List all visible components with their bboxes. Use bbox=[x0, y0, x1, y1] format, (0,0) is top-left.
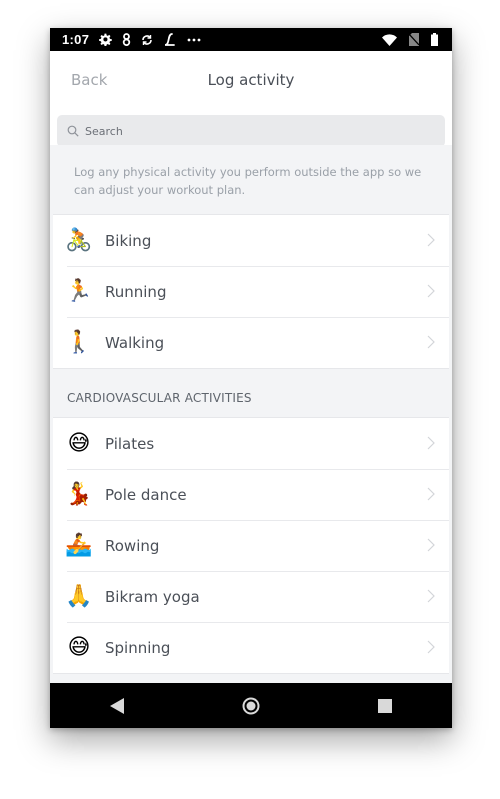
activity-label: Bikram yoga bbox=[105, 587, 200, 606]
chevron-right-icon bbox=[427, 538, 435, 552]
android-nav-bar bbox=[50, 683, 452, 728]
info-text: Log any physical activity you perform ou… bbox=[50, 145, 452, 214]
no-sim-icon bbox=[409, 33, 419, 46]
gear-icon bbox=[99, 33, 112, 46]
search-input[interactable] bbox=[85, 124, 405, 138]
l-logo-icon bbox=[165, 32, 176, 46]
log-activity-screen: Back Log activity Log any physical activ… bbox=[50, 51, 452, 683]
sweat-smile-icon: 😅 bbox=[67, 430, 91, 456]
activity-label: Spinning bbox=[105, 638, 171, 657]
chevron-right-icon bbox=[427, 640, 435, 654]
phone-frame: 1:07 Back Log activity Log any physical … bbox=[50, 28, 452, 728]
status-time: 1:07 bbox=[62, 32, 90, 47]
chevron-right-icon bbox=[427, 335, 435, 349]
back-button[interactable]: Back bbox=[71, 71, 107, 89]
rowing-icon: 🚣 bbox=[65, 532, 93, 558]
activity-row-biking[interactable]: 🚴 Biking bbox=[53, 215, 449, 266]
activity-label: Pole dance bbox=[105, 485, 187, 504]
biking-icon: 🚴 bbox=[65, 227, 93, 253]
primary-activities-list: 🚴 Biking 🏃 Running 🚶 Walking bbox=[53, 214, 449, 369]
chevron-right-icon bbox=[427, 233, 435, 247]
page-title: Log activity bbox=[207, 70, 295, 89]
activity-label: Pilates bbox=[105, 434, 155, 453]
sweat-smile-icon: 😅 bbox=[67, 634, 91, 660]
nav-recents-button[interactable] bbox=[365, 686, 405, 726]
activity-label: Rowing bbox=[105, 536, 160, 555]
search-icon bbox=[67, 125, 79, 137]
sync-icon bbox=[142, 34, 153, 45]
activity-label: Biking bbox=[105, 231, 152, 250]
activity-row-bikram-yoga[interactable]: 🙏 Bikram yoga bbox=[53, 571, 449, 622]
search-box[interactable] bbox=[57, 115, 445, 147]
recents-square-icon bbox=[378, 698, 392, 713]
praying-hands-icon: 🙏 bbox=[65, 583, 93, 609]
status-left-icons bbox=[99, 32, 201, 47]
chevron-right-icon bbox=[427, 436, 435, 450]
nav-back-button[interactable] bbox=[97, 686, 137, 726]
activity-row-rowing[interactable]: 🚣 Rowing bbox=[53, 520, 449, 571]
back-triangle-icon bbox=[110, 697, 124, 714]
chevron-right-icon bbox=[427, 589, 435, 603]
activity-label: Walking bbox=[105, 333, 165, 352]
activity-row-pole-dance[interactable]: 💃 Pole dance bbox=[53, 469, 449, 520]
home-circle-icon bbox=[242, 697, 260, 714]
header: Back Log activity bbox=[50, 51, 452, 108]
activity-label: Running bbox=[105, 282, 167, 301]
wifi-icon bbox=[382, 33, 397, 46]
nav-home-button[interactable] bbox=[231, 686, 271, 726]
walking-icon: 🚶 bbox=[65, 329, 93, 355]
status-bar: 1:07 bbox=[50, 28, 452, 51]
status-right-icons bbox=[382, 33, 438, 46]
section-header-cardiovascular: CARDIOVASCULAR ACTIVITIES bbox=[67, 391, 252, 405]
activity-row-pilates[interactable]: 😅 Pilates bbox=[53, 418, 449, 469]
dancer-icon: 💃 bbox=[65, 481, 93, 507]
chevron-right-icon bbox=[427, 487, 435, 501]
more-icon bbox=[187, 38, 201, 41]
chevron-right-icon bbox=[427, 284, 435, 298]
activity-row-running[interactable]: 🏃 Running bbox=[53, 266, 449, 317]
activity-row-spinning[interactable]: 😅 Spinning bbox=[53, 622, 449, 673]
eight-icon bbox=[123, 33, 131, 46]
battery-icon bbox=[431, 33, 438, 46]
cardio-activities-list: 😅 Pilates 💃 Pole dance 🚣 Rowing 🙏 Bikram… bbox=[53, 417, 449, 674]
running-icon: 🏃 bbox=[65, 278, 93, 304]
activity-row-walking[interactable]: 🚶 Walking bbox=[53, 317, 449, 368]
